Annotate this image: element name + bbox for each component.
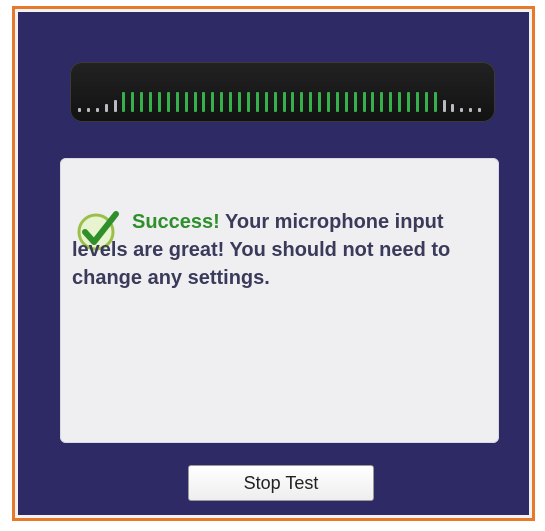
level-bar [326,92,330,112]
level-bar [166,92,170,112]
level-bar [95,108,99,112]
level-bar [300,92,304,112]
level-bar [122,92,126,112]
level-bar [202,92,206,112]
level-bar [220,92,224,112]
level-bar [469,108,473,112]
level-bar [78,108,81,112]
level-bar [131,92,135,112]
level-bar [371,92,375,112]
level-bar [255,92,259,112]
level-bar [264,92,268,112]
level-bar [398,92,402,112]
level-bar [193,92,197,112]
level-bar [158,92,162,112]
status-message-body: Your microphone input levels are great! … [72,211,451,289]
level-bar [389,92,393,112]
level-bar [362,92,366,112]
status-message: Success! Your microphone input levels ar… [72,208,482,292]
level-bar [149,92,153,112]
level-bar [353,92,357,112]
level-bar [424,92,428,112]
level-bar [433,92,437,112]
level-bar [175,92,179,112]
level-bar [104,104,108,112]
level-bar [282,92,286,112]
level-bar [318,92,322,112]
level-bar [460,108,464,112]
level-meter-bars [78,90,487,112]
level-bar [406,92,410,112]
level-bar [140,92,144,112]
level-bar [211,92,215,112]
level-bar [344,92,348,112]
status-message-box: Success! Your microphone input levels ar… [60,158,499,443]
level-bar [184,92,188,112]
level-bar [229,92,233,112]
level-bar [442,100,446,112]
level-bar [273,92,277,112]
level-bar [415,92,419,112]
window-frame: Success! Your microphone input levels ar… [12,6,535,521]
mic-test-panel: Success! Your microphone input levels ar… [18,12,529,515]
level-bar [380,92,384,112]
level-bar [478,108,482,112]
level-bar [451,104,455,112]
level-bar [309,92,313,112]
level-meter [70,62,495,122]
level-bar [86,108,90,112]
level-bar [246,92,250,112]
level-bar [335,92,339,112]
level-bar [238,92,242,112]
level-bar [113,100,117,112]
stop-test-button[interactable]: Stop Test [188,465,374,501]
success-label: Success! [132,211,220,233]
level-bar [291,92,295,112]
